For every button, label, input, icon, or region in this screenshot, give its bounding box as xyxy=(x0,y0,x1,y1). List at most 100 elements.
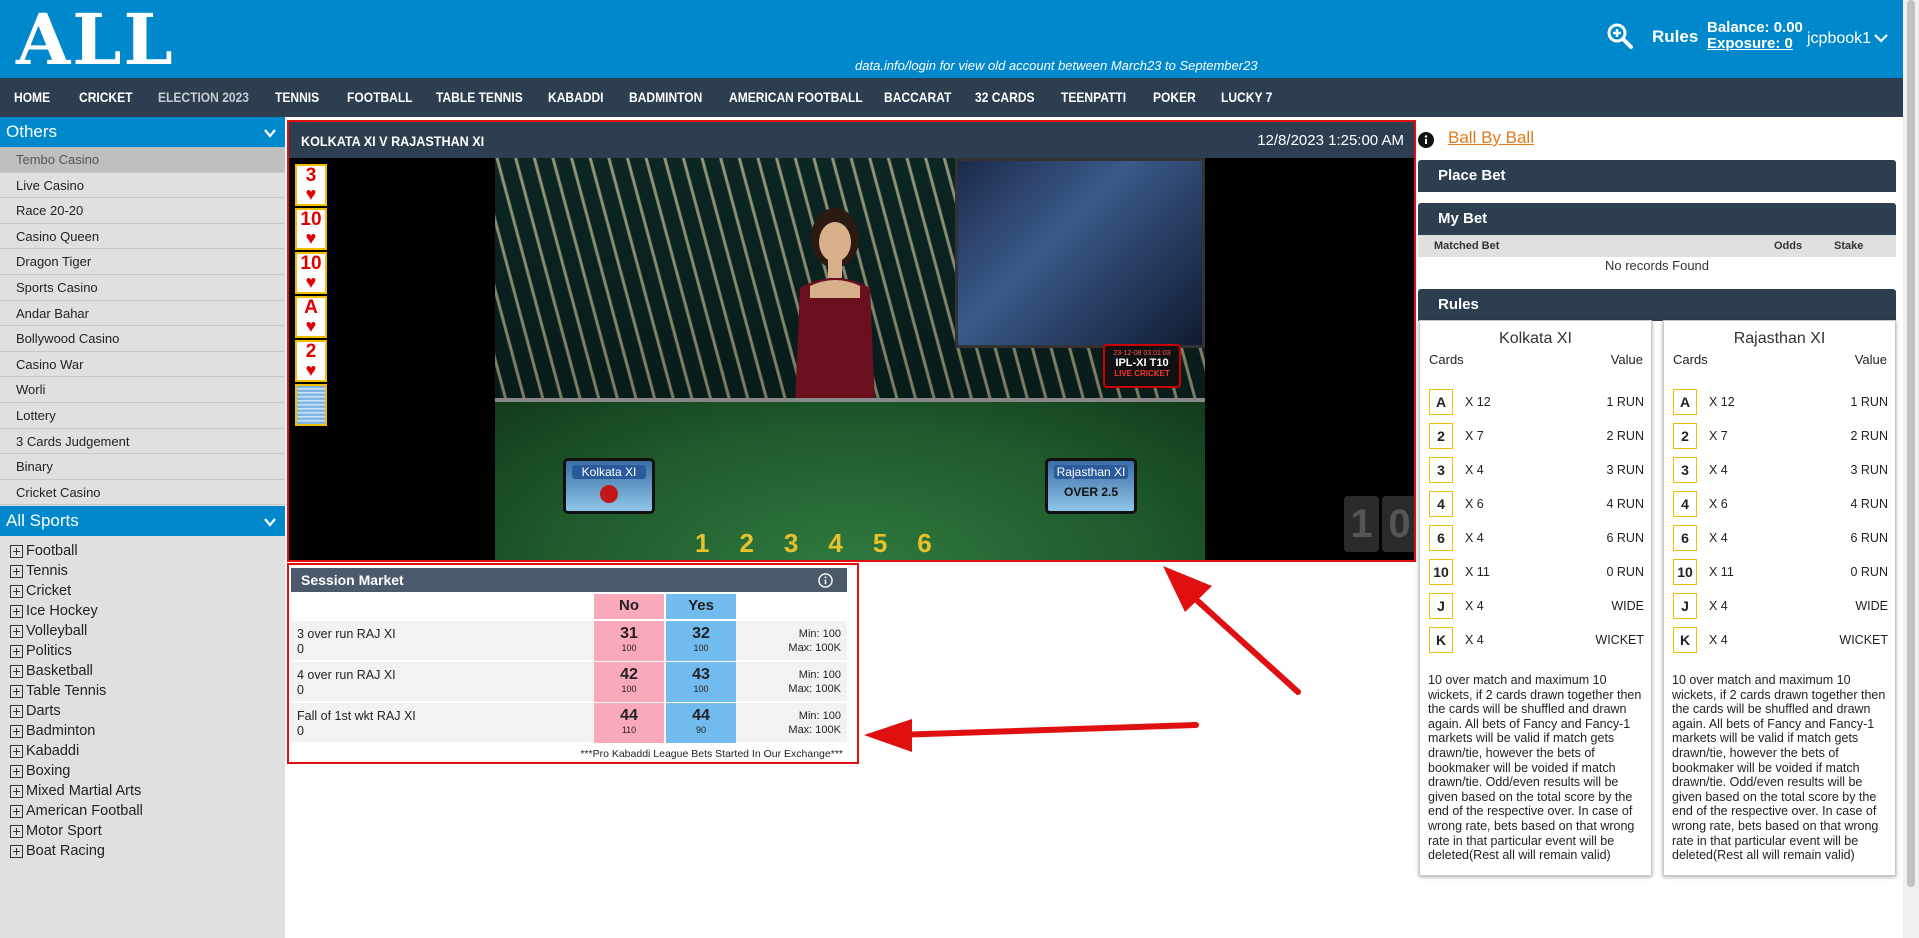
nav-poker[interactable]: POKER xyxy=(1153,89,1196,105)
sidebar-item-casino-queen[interactable]: Casino Queen xyxy=(0,223,285,250)
nav-american-football[interactable]: AMERICAN FOOTBALL xyxy=(729,89,863,105)
all-sports-header[interactable]: All Sports xyxy=(0,506,285,536)
sport-item-basketball[interactable]: Basketball xyxy=(10,661,280,681)
lay-odds-button[interactable]: 42 100 xyxy=(594,662,664,702)
back-odds-button[interactable]: 43 100 xyxy=(666,662,736,702)
card-value: 1 RUN xyxy=(1606,395,1644,409)
balance-display: Balance: 0.00 xyxy=(1707,20,1803,36)
sport-item-tennis[interactable]: Tennis xyxy=(10,561,280,581)
sidebar-item-tembo-casino[interactable]: Tembo Casino xyxy=(0,147,285,173)
lay-odds-button[interactable]: 44 110 xyxy=(594,703,664,743)
expand-plus-icon[interactable] xyxy=(10,604,23,618)
site-logo[interactable]: ALL xyxy=(16,0,175,81)
sport-label: Motor Sport xyxy=(26,823,102,839)
search-plus-icon[interactable] xyxy=(1606,22,1634,50)
my-bet-header[interactable]: My Bet xyxy=(1418,203,1896,235)
value-label: Value xyxy=(1854,352,1887,367)
expand-plus-icon[interactable] xyxy=(10,544,23,558)
sport-item-darts[interactable]: Darts xyxy=(10,701,280,721)
sidebar-item-andar-bahar[interactable]: Andar Bahar xyxy=(0,300,285,327)
sport-item-football[interactable]: Football xyxy=(10,541,280,561)
nav-election[interactable]: ELECTION 2023 xyxy=(158,89,249,105)
nav-lucky7[interactable]: LUCKY 7 xyxy=(1221,89,1272,105)
announcement-marquee: data.info/login for view old account bet… xyxy=(855,58,1258,73)
match-datetime: 12/8/2023 1:25:00 AM xyxy=(1257,132,1404,149)
rules-link[interactable]: Rules xyxy=(1652,27,1698,47)
sport-item-american-football[interactable]: American Football xyxy=(10,801,280,821)
card-box: 2 xyxy=(1673,423,1697,449)
sport-item-boxing[interactable]: Boxing xyxy=(10,761,280,781)
rules-description: 10 over match and maximum 10 wickets, if… xyxy=(1428,673,1642,863)
sidebar-item-binary[interactable]: Binary xyxy=(0,454,285,480)
others-header[interactable]: Others xyxy=(0,117,285,147)
expand-plus-icon[interactable] xyxy=(10,644,23,658)
expand-plus-icon[interactable] xyxy=(10,844,23,858)
sport-item-ice-hockey[interactable]: Ice Hockey xyxy=(10,601,280,621)
back-odds-button[interactable]: 32 100 xyxy=(666,621,736,661)
nav-tennis[interactable]: TENNIS xyxy=(275,89,319,105)
odds-col: Odds xyxy=(1774,240,1803,252)
place-bet-header[interactable]: Place Bet xyxy=(1418,160,1896,192)
nav-cricket[interactable]: CRICKET xyxy=(79,89,133,105)
expand-plus-icon[interactable] xyxy=(10,564,23,578)
sport-item-boat-racing[interactable]: Boat Racing xyxy=(10,841,280,861)
sport-item-mixed-martial-arts[interactable]: Mixed Martial Arts xyxy=(10,781,280,801)
odds-size: 100 xyxy=(693,684,709,694)
expand-plus-icon[interactable] xyxy=(10,584,23,598)
cards-label: Cards xyxy=(1673,352,1708,367)
user-menu[interactable]: jcpbook1 xyxy=(1807,30,1871,48)
expand-plus-icon[interactable] xyxy=(10,824,23,838)
sport-item-motor-sport[interactable]: Motor Sport xyxy=(10,821,280,841)
ball-by-ball-link[interactable]: Ball By Ball xyxy=(1448,128,1534,148)
sidebar-item-worli[interactable]: Worli xyxy=(0,377,285,403)
scrollbar-thumb[interactable] xyxy=(1907,0,1915,887)
expand-plus-icon[interactable] xyxy=(10,764,23,778)
live-stream-video[interactable]: 23-12-08 03:01:03 IPL-XI T10 LIVE CRICKE… xyxy=(495,158,1205,560)
card-value: 6 RUN xyxy=(1850,531,1888,545)
matched-bet-col: Matched Bet xyxy=(1434,240,1500,252)
sport-item-volleyball[interactable]: Volleyball xyxy=(10,621,280,641)
odds-size: 100 xyxy=(621,684,637,694)
expand-plus-icon[interactable] xyxy=(10,704,23,718)
nav-badminton[interactable]: BADMINTON xyxy=(629,89,702,105)
nav-32-cards[interactable]: 32 CARDS xyxy=(975,89,1035,105)
nav-baccarat[interactable]: BACCARAT xyxy=(884,89,951,105)
sidebar-item-live-casino[interactable]: Live Casino xyxy=(0,172,285,199)
sidebar-item-race-20-20[interactable]: Race 20-20 xyxy=(0,198,285,224)
sidebar-item-sports-casino[interactable]: Sports Casino xyxy=(0,274,285,301)
card-value: WICKET xyxy=(1839,633,1888,647)
sidebar-item-3-cards-judgement[interactable]: 3 Cards Judgement xyxy=(0,428,285,455)
nav-football[interactable]: FOOTBALL xyxy=(347,89,413,105)
expand-plus-icon[interactable] xyxy=(10,664,23,678)
back-odds-button[interactable]: 44 90 xyxy=(666,703,736,743)
expand-plus-icon[interactable] xyxy=(10,724,23,738)
card-value: WIDE xyxy=(1855,599,1888,613)
expand-plus-icon[interactable] xyxy=(10,804,23,818)
sport-item-table-tennis[interactable]: Table Tennis xyxy=(10,681,280,701)
expand-plus-icon[interactable] xyxy=(10,784,23,798)
session-row: 4 over run RAJ XI 0 42 100 43 100 Min: 100 M… xyxy=(291,662,847,702)
sidebar-item-bollywood-casino[interactable]: Bollywood Casino xyxy=(0,326,285,352)
sport-item-kabaddi[interactable]: Kabaddi xyxy=(10,741,280,761)
expand-plus-icon[interactable] xyxy=(10,744,23,758)
nav-kabaddi[interactable]: KABADDI xyxy=(548,89,604,105)
sport-item-badminton[interactable]: Badminton xyxy=(10,721,280,741)
expand-plus-icon[interactable] xyxy=(10,624,23,638)
sport-item-cricket[interactable]: Cricket xyxy=(10,581,280,601)
lay-odds-button[interactable]: 31 100 xyxy=(594,621,664,661)
sidebar-item-dragon-tiger[interactable]: Dragon Tiger xyxy=(0,249,285,275)
sidebar-item-casino-war[interactable]: Casino War xyxy=(0,351,285,378)
card-value: 6 RUN xyxy=(1606,531,1644,545)
nav-home[interactable]: HOME xyxy=(14,89,50,105)
info-icon[interactable] xyxy=(818,573,833,588)
nav-table-tennis[interactable]: TABLE TENNIS xyxy=(436,89,523,105)
sidebar-item-lottery[interactable]: Lottery xyxy=(0,402,285,429)
chevron-down-icon[interactable] xyxy=(1873,30,1889,46)
exposure-link[interactable]: Exposure: 0 xyxy=(1707,36,1793,52)
page-scrollbar[interactable] xyxy=(1903,0,1919,938)
nav-teenpatti[interactable]: TEENPATTI xyxy=(1061,89,1126,105)
sidebar-item-cricket-casino[interactable]: Cricket Casino xyxy=(0,479,285,506)
expand-plus-icon[interactable] xyxy=(10,684,23,698)
sport-item-politics[interactable]: Politics xyxy=(10,641,280,661)
sport-label: Badminton xyxy=(26,723,96,739)
